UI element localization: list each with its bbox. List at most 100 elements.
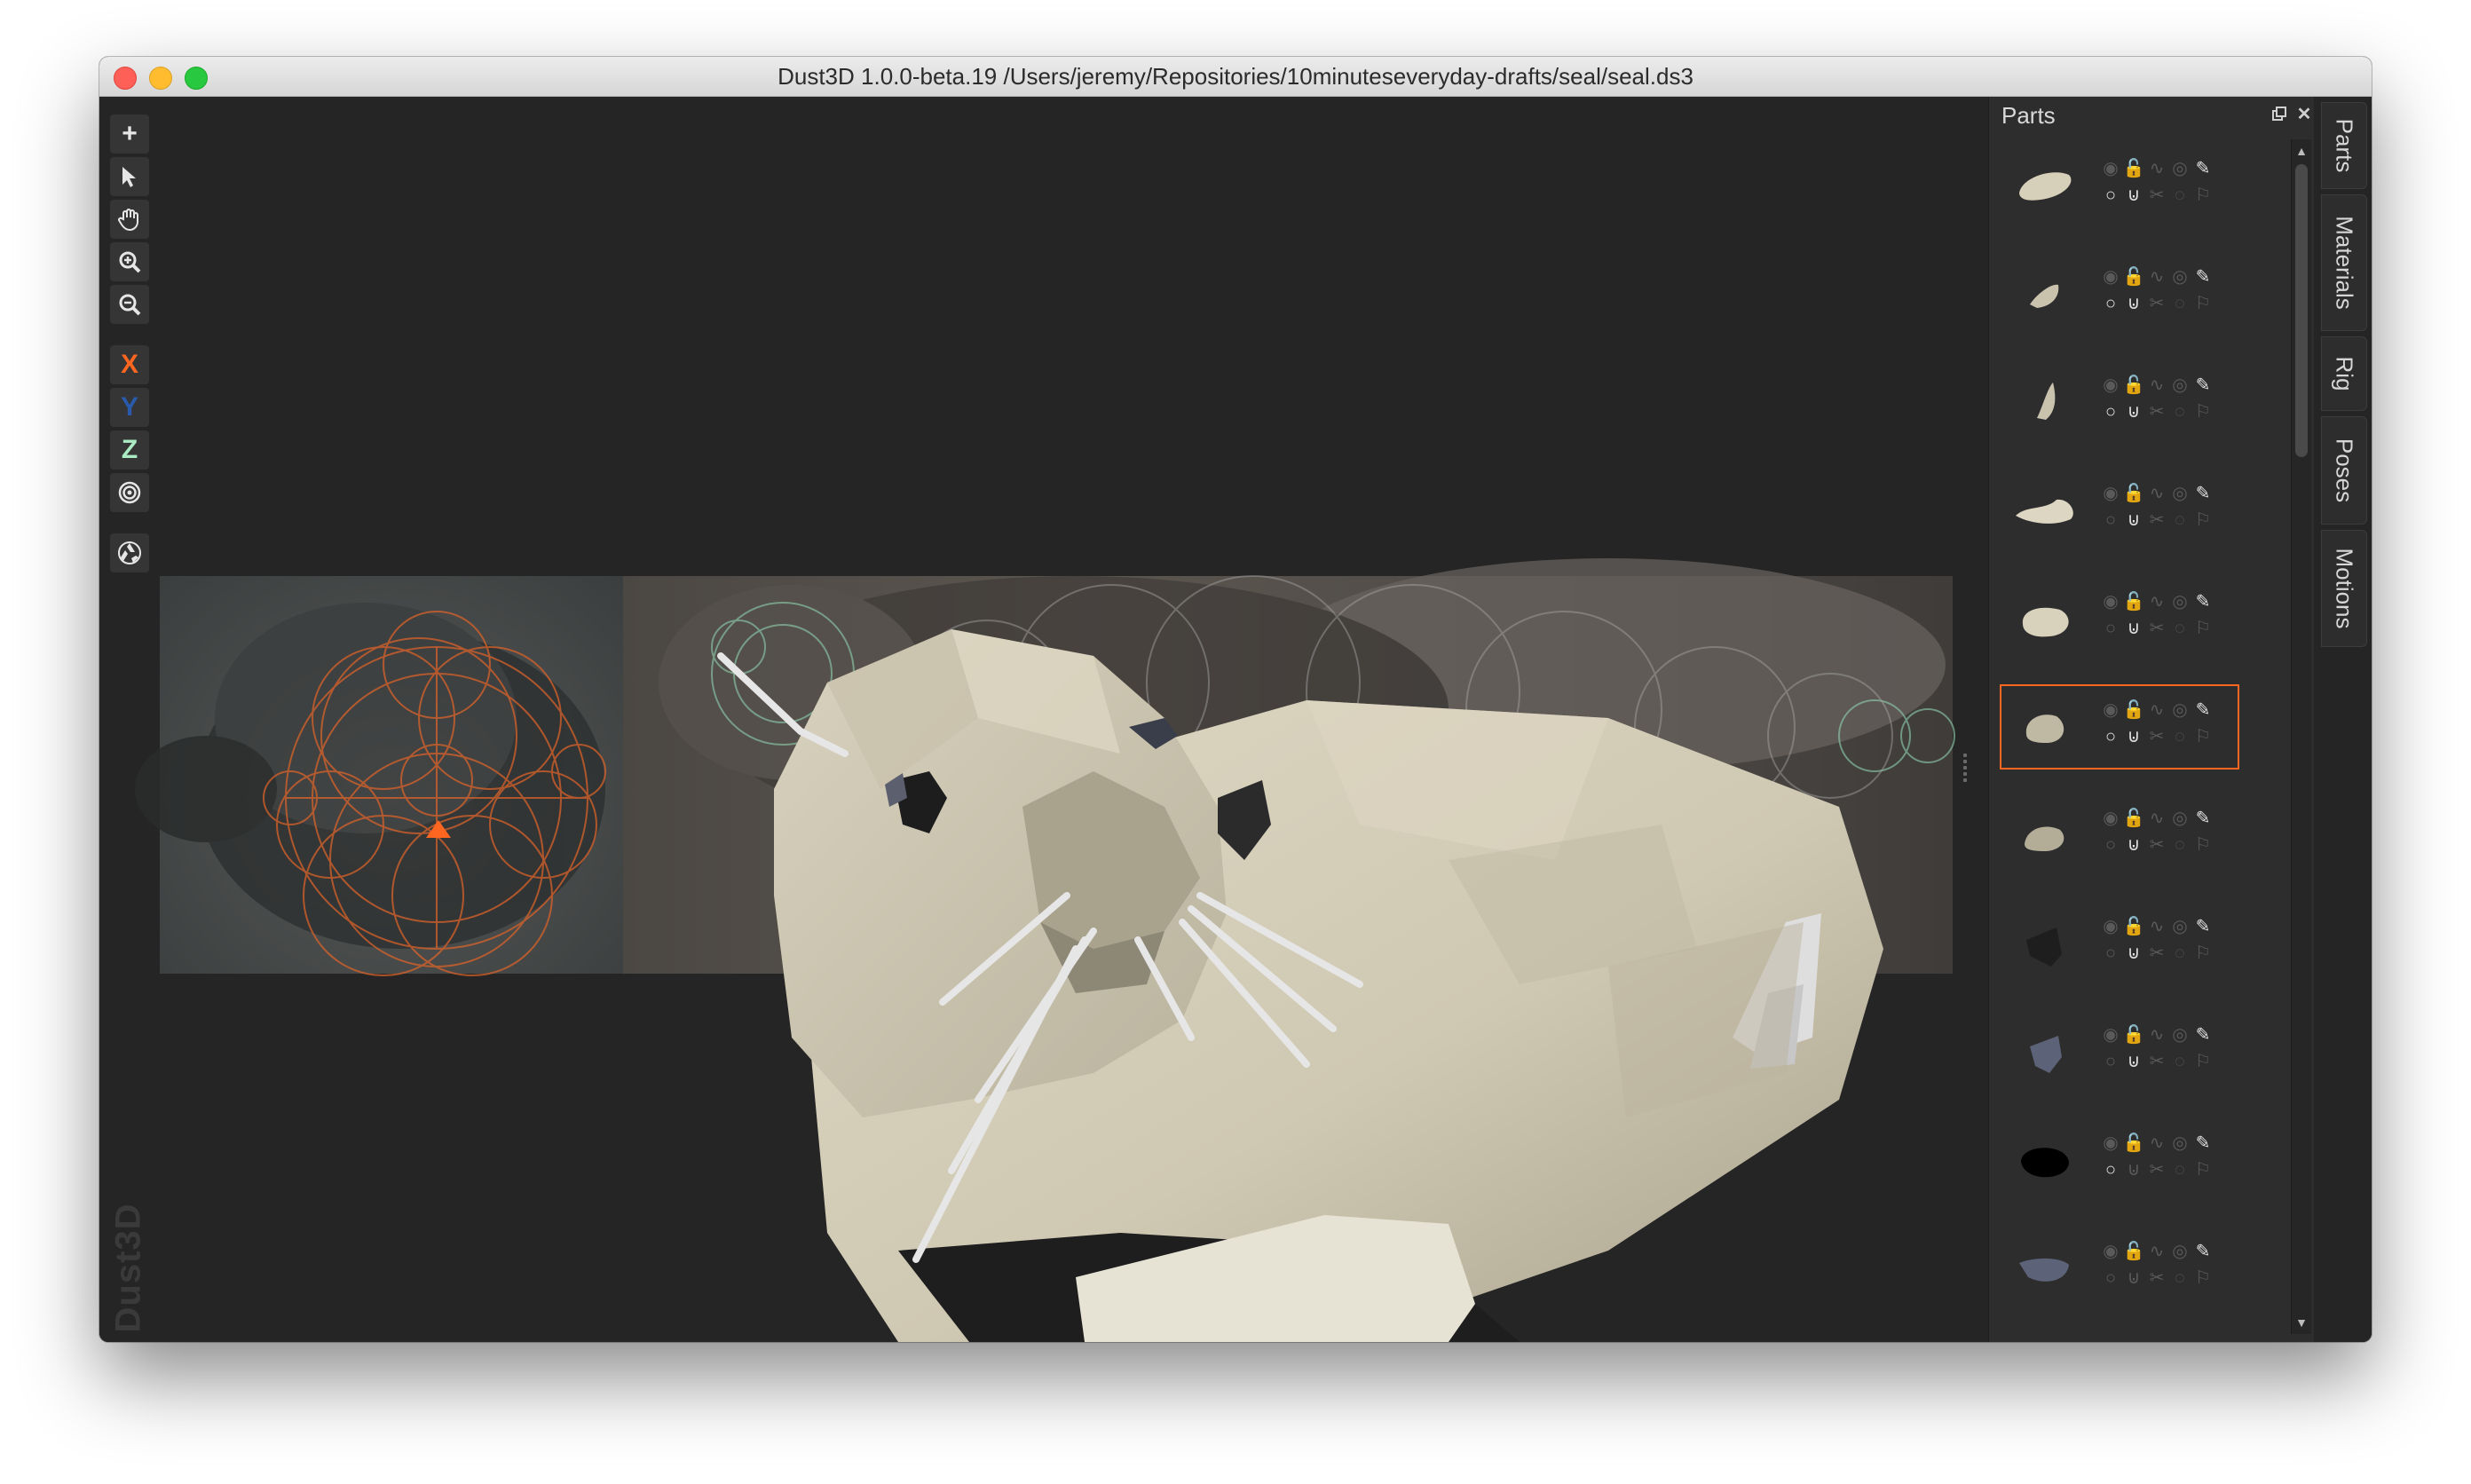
color-picker-icon[interactable]: ✎ xyxy=(2191,157,2214,180)
tab-poses[interactable]: Poses xyxy=(2321,416,2367,525)
link-icon[interactable]: ∿ xyxy=(2145,1132,2168,1155)
color-picker-icon[interactable]: ✎ xyxy=(2191,590,2214,613)
wrap-icon[interactable]: ⚐ xyxy=(2191,509,2214,532)
subdivide-icon[interactable]: ○ xyxy=(2099,184,2122,207)
deform-icon[interactable]: ◎ xyxy=(2168,590,2191,613)
part-row[interactable]: ◉🔓∿◎✎ ○⊍✂◌⚐ xyxy=(2000,576,2239,661)
color-picker-icon[interactable]: ✎ xyxy=(2191,807,2214,830)
wrap-icon[interactable]: ⚐ xyxy=(2191,725,2214,748)
eye-icon[interactable]: ◉ xyxy=(2099,265,2122,288)
scroll-up-arrow[interactable]: ▲ xyxy=(2293,143,2309,159)
symmetry-icon[interactable]: ⊍ xyxy=(2122,725,2145,748)
lock-icon[interactable]: 🔓 xyxy=(2122,265,2145,288)
symmetry-icon[interactable]: ⊍ xyxy=(2122,1050,2145,1073)
deform-icon[interactable]: ◎ xyxy=(2168,807,2191,830)
color-picker-icon[interactable]: ✎ xyxy=(2191,1240,2214,1263)
cut-icon[interactable]: ✂ xyxy=(2145,400,2168,423)
deform-icon[interactable]: ◎ xyxy=(2168,699,2191,722)
deform-icon[interactable]: ◎ xyxy=(2168,482,2191,505)
wrap-icon[interactable]: ⚐ xyxy=(2191,942,2214,965)
subdivide-icon[interactable]: ○ xyxy=(2099,833,2122,856)
part-row[interactable]: ◉🔓∿◎✎ ○⊍✂◌⚐ xyxy=(2000,684,2239,770)
cut-icon[interactable]: ✂ xyxy=(2145,292,2168,315)
subdivide-icon[interactable]: ○ xyxy=(2099,1158,2122,1181)
lock-icon[interactable]: 🔓 xyxy=(2122,699,2145,722)
part-row[interactable]: ◉🔓∿◎✎ ○⊍✂◌⚐ xyxy=(2000,793,2239,878)
cut-icon[interactable]: ✂ xyxy=(2145,942,2168,965)
eye-icon[interactable]: ◉ xyxy=(2099,807,2122,830)
wrap-icon[interactable]: ⚐ xyxy=(2191,400,2214,423)
zoom-out-button[interactable] xyxy=(110,285,149,324)
symmetry-icon[interactable]: ⊍ xyxy=(2122,617,2145,640)
link-icon[interactable]: ∿ xyxy=(2145,590,2168,613)
symmetry-icon[interactable]: ⊍ xyxy=(2122,833,2145,856)
part-row[interactable]: ◉🔓∿◎✎ ○⊍✂◌⚐ xyxy=(2000,1117,2239,1203)
link-icon[interactable]: ∿ xyxy=(2145,1023,2168,1046)
cut-icon[interactable]: ✂ xyxy=(2145,725,2168,748)
subdivide-icon[interactable]: ○ xyxy=(2099,1267,2122,1290)
eye-icon[interactable]: ◉ xyxy=(2099,699,2122,722)
deform-icon[interactable]: ◎ xyxy=(2168,1240,2191,1263)
lock-icon[interactable]: 🔓 xyxy=(2122,1023,2145,1046)
eye-icon[interactable]: ◉ xyxy=(2099,482,2122,505)
symmetry-icon[interactable]: ⊍ xyxy=(2122,509,2145,532)
symmetry-icon[interactable]: ⊍ xyxy=(2122,292,2145,315)
part-row[interactable]: ◉🔓∿◎✎ ○⊍✂◌⚐ xyxy=(2000,359,2239,445)
drag-tool-button[interactable] xyxy=(110,200,149,239)
eye-icon[interactable]: ◉ xyxy=(2099,1023,2122,1046)
color-picker-icon[interactable]: ✎ xyxy=(2191,482,2214,505)
subdivide-icon[interactable]: ○ xyxy=(2099,509,2122,532)
eye-icon[interactable]: ◉ xyxy=(2099,1132,2122,1155)
link-icon[interactable]: ∿ xyxy=(2145,699,2168,722)
part-row[interactable]: ◉🔓∿◎✎ ○⊍✂◌⚐ xyxy=(2000,468,2239,553)
lock-icon[interactable]: 🔓 xyxy=(2122,807,2145,830)
color-picker-icon[interactable]: ✎ xyxy=(2191,915,2214,938)
deform-icon[interactable]: ◎ xyxy=(2168,265,2191,288)
round-end-icon[interactable]: ◌ xyxy=(2168,725,2191,748)
lock-icon[interactable]: 🔓 xyxy=(2122,482,2145,505)
round-end-icon[interactable]: ◌ xyxy=(2168,1267,2191,1290)
round-end-icon[interactable]: ◌ xyxy=(2168,942,2191,965)
link-icon[interactable]: ∿ xyxy=(2145,915,2168,938)
link-icon[interactable]: ∿ xyxy=(2145,374,2168,397)
tab-parts[interactable]: Parts xyxy=(2321,102,2367,189)
wrap-icon[interactable]: ⚐ xyxy=(2191,833,2214,856)
lock-icon[interactable]: 🔓 xyxy=(2122,374,2145,397)
cut-icon[interactable]: ✂ xyxy=(2145,1050,2168,1073)
round-end-icon[interactable]: ◌ xyxy=(2168,1050,2191,1073)
wrap-icon[interactable]: ⚐ xyxy=(2191,184,2214,207)
part-row[interactable]: ◉🔓∿◎✎ ○⊍✂◌⚐ xyxy=(2000,1009,2239,1094)
cut-icon[interactable]: ✂ xyxy=(2145,1158,2168,1181)
symmetry-icon[interactable]: ⊍ xyxy=(2122,184,2145,207)
color-picker-icon[interactable]: ✎ xyxy=(2191,1023,2214,1046)
link-icon[interactable]: ∿ xyxy=(2145,157,2168,180)
round-end-icon[interactable]: ◌ xyxy=(2168,617,2191,640)
subdivide-icon[interactable]: ○ xyxy=(2099,617,2122,640)
color-picker-icon[interactable]: ✎ xyxy=(2191,265,2214,288)
tab-materials[interactable]: Materials xyxy=(2321,194,2367,331)
round-end-icon[interactable]: ◌ xyxy=(2168,184,2191,207)
cut-icon[interactable]: ✂ xyxy=(2145,1267,2168,1290)
color-picker-icon[interactable]: ✎ xyxy=(2191,699,2214,722)
part-row[interactable]: ◉🔓∿◎✎ ○⊍✂◌⚐ xyxy=(2000,143,2239,228)
parts-list[interactable]: ◉ 🔓 ∿ ◎ ✎ ○ ⊍ ✂ ◌ ⚐ ◉ 🔓 ∿ ◎ ✎ ○ ⊍ ✂ ◌ ⚐ ◉ 🔓 ∿ ◎ ✎ ○ ⊍ ✂ ◌ ⚐ ◉ 🔓 ∿ ◎ ✎ ○ ⊍ ✂ ◌ ⚐… xyxy=(1989,138,2291,1342)
regenerate-button[interactable] xyxy=(110,533,149,572)
cut-icon[interactable]: ✂ xyxy=(2145,617,2168,640)
lock-icon[interactable]: 🔓 xyxy=(2122,915,2145,938)
subdivide-icon[interactable]: ○ xyxy=(2099,400,2122,423)
wrap-icon[interactable]: ⚐ xyxy=(2191,1267,2214,1290)
subdivide-icon[interactable]: ○ xyxy=(2099,725,2122,748)
round-end-icon[interactable]: ◌ xyxy=(2168,292,2191,315)
model-viewport[interactable]: + X Y Z Dust3D xyxy=(99,97,1988,1342)
color-picker-icon[interactable]: ✎ xyxy=(2191,1132,2214,1155)
link-icon[interactable]: ∿ xyxy=(2145,807,2168,830)
subdivide-icon[interactable]: ○ xyxy=(2099,1050,2122,1073)
radius-lock-button[interactable] xyxy=(110,473,149,512)
deform-icon[interactable]: ◎ xyxy=(2168,157,2191,180)
wrap-icon[interactable]: ⚐ xyxy=(2191,617,2214,640)
deform-icon[interactable]: ◎ xyxy=(2168,1132,2191,1155)
deform-icon[interactable]: ◎ xyxy=(2168,1023,2191,1046)
select-tool-button[interactable] xyxy=(110,157,149,196)
lock-icon[interactable]: 🔓 xyxy=(2122,1132,2145,1155)
link-icon[interactable]: ∿ xyxy=(2145,265,2168,288)
